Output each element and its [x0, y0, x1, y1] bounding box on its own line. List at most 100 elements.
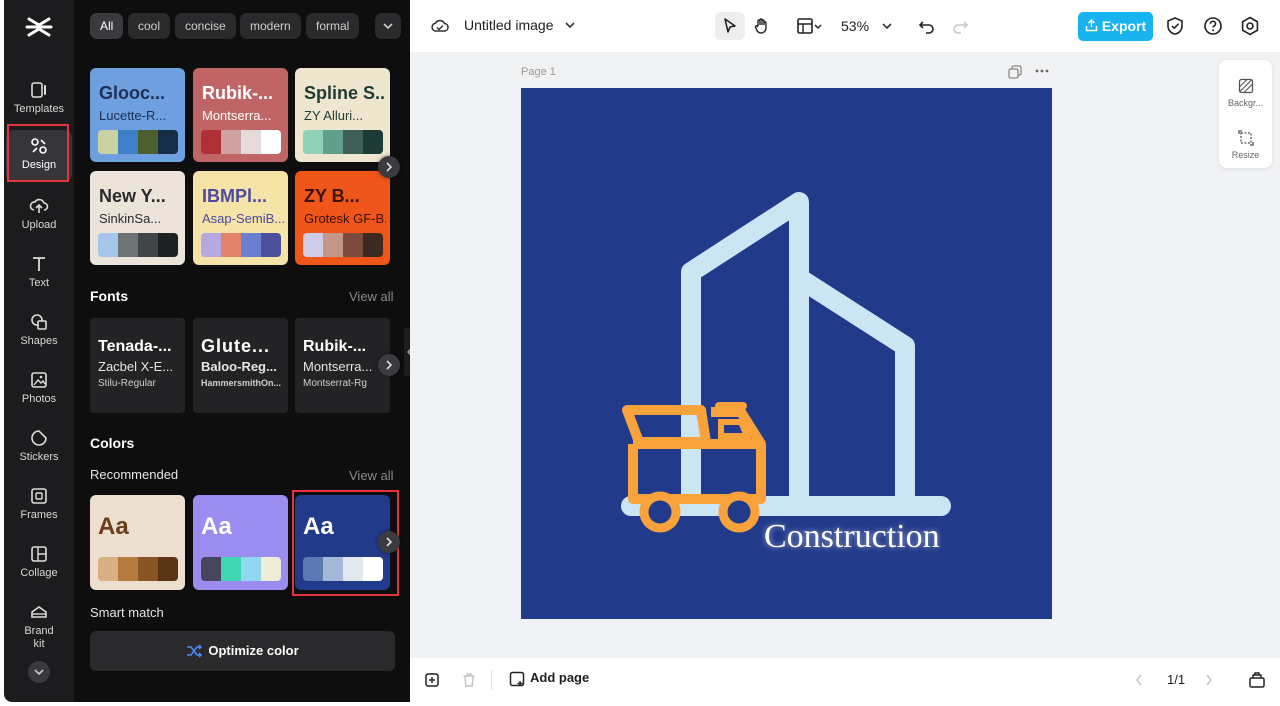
undo-button[interactable] — [912, 12, 942, 40]
color-swatch — [158, 557, 178, 581]
rail-item-design[interactable]: Design — [6, 130, 72, 182]
settings-icon[interactable] — [1240, 16, 1260, 36]
redo-button[interactable] — [945, 12, 975, 40]
capcut-logo-icon[interactable] — [24, 12, 54, 42]
palette-card[interactable]: Aa — [295, 495, 390, 590]
hand-tool-button[interactable] — [747, 12, 777, 40]
resize-tool-label: Resize — [1231, 150, 1260, 160]
document-title[interactable]: Untitled image — [464, 17, 554, 33]
rail-item-shapes[interactable]: Shapes — [6, 306, 72, 360]
color-swatch — [158, 130, 178, 154]
collage-icon — [31, 546, 47, 562]
page-manager-icon[interactable] — [1248, 671, 1266, 689]
rail-item-collage[interactable]: Collage — [6, 538, 72, 592]
chevron-left-icon[interactable] — [1134, 673, 1144, 687]
fonts-next-button[interactable] — [378, 354, 400, 376]
color-swatch — [343, 557, 363, 581]
upload-icon — [29, 198, 49, 213]
theme-card[interactable]: Glooc... Lucette-R... — [90, 68, 185, 162]
zoom-level[interactable]: 53% — [841, 18, 869, 34]
font-card[interactable]: Rubik-... Montserra... Montserrat-Rg — [295, 318, 390, 413]
theme-card[interactable]: New Y... SinkinSa... — [90, 171, 185, 265]
pointer-icon — [724, 18, 736, 33]
color-swatch — [221, 233, 241, 257]
export-label: Export — [1101, 18, 1147, 34]
color-swatch — [343, 130, 363, 154]
color-swatch — [241, 233, 261, 257]
export-button[interactable]: Export — [1078, 12, 1153, 41]
fonts-view-all-link[interactable]: View all — [349, 289, 394, 304]
background-tool-label: Backgr... — [1227, 98, 1263, 108]
filter-chip-modern[interactable]: modern — [240, 13, 301, 39]
help-icon[interactable] — [1203, 16, 1223, 36]
rail-collapse-button[interactable] — [28, 661, 50, 683]
rail-item-frames[interactable]: Frames — [6, 480, 72, 534]
color-swatch — [158, 233, 178, 257]
optimize-color-button[interactable]: Optimize color — [90, 631, 395, 671]
theme-card[interactable]: ZY B... Grotesk GF-B... — [295, 171, 390, 265]
font-card[interactable]: Tenada-... Zacbel X-E... Stilu-Regular — [90, 318, 185, 413]
theme-card[interactable]: Rubik-... Montserra... — [193, 68, 288, 162]
redo-icon — [953, 21, 969, 34]
color-swatch — [201, 130, 221, 154]
rail-label: Photos — [21, 393, 57, 405]
rail-item-photos[interactable]: Photos — [6, 364, 72, 418]
palette-card[interactable]: Aa — [90, 495, 185, 590]
theme-card[interactable]: IBMPl... Asap-SemiB... — [193, 171, 288, 265]
colors-view-all-link[interactable]: View all — [349, 468, 394, 483]
filter-chip-formal[interactable]: formal — [306, 13, 360, 39]
chevron-down-icon[interactable] — [881, 21, 893, 31]
font-line-2: Zacbel X-E... — [98, 359, 174, 374]
color-swatch — [138, 233, 158, 257]
palette-swatches — [98, 557, 178, 581]
more-options-icon[interactable] — [1035, 65, 1049, 77]
theme-swatches — [201, 233, 281, 257]
copy-page-icon[interactable] — [1008, 65, 1022, 79]
artboard-title-text[interactable]: Construction — [764, 518, 940, 556]
filter-chip-all[interactable]: All — [90, 13, 124, 39]
rail-item-brand-kit[interactable]: Brand kit — [6, 596, 72, 652]
cloud-icon[interactable] — [430, 17, 450, 35]
color-swatch — [241, 130, 261, 154]
design-panel: All cool concise modern formal Glooc... L… — [74, 0, 410, 702]
filter-more-button[interactable] — [375, 13, 401, 39]
chevron-down-icon[interactable] — [564, 20, 576, 30]
theme-card[interactable]: Spline S... ZY Alluri... — [295, 68, 390, 162]
shield-icon[interactable] — [1166, 16, 1184, 36]
themes-next-button[interactable] — [378, 156, 400, 178]
add-frame-icon[interactable] — [424, 672, 440, 688]
chevron-right-icon[interactable] — [1204, 673, 1214, 687]
palette-card[interactable]: Aa — [193, 495, 288, 590]
color-swatch — [363, 557, 383, 581]
font-line-3: Montserrat-Rg — [303, 378, 367, 389]
frames-icon — [31, 488, 47, 504]
artboard[interactable]: Construction — [521, 88, 1052, 619]
filter-chip-cool[interactable]: cool — [128, 13, 171, 39]
palette-sample-text: Aa — [303, 513, 334, 540]
rail-item-stickers[interactable]: Stickers — [6, 422, 72, 476]
background-tool[interactable]: Backgr... — [1219, 78, 1272, 108]
filter-chip-concise[interactable]: concise — [175, 13, 236, 39]
top-toolbar: Untitled image 53% Export — [410, 0, 1280, 52]
rail-item-templates[interactable]: Templates — [6, 74, 72, 128]
bottom-bar: Add page 1/1 — [410, 658, 1280, 702]
layout-tool-button[interactable] — [791, 12, 827, 40]
font-line-3: HammersmithOn... — [201, 378, 282, 388]
stickers-icon — [31, 430, 47, 446]
palettes-next-button[interactable] — [378, 531, 400, 553]
canvas-area: Page 1 Construction Backgr... Resize — [410, 52, 1280, 658]
color-swatch — [221, 130, 241, 154]
font-card[interactable]: Glute... Baloo-Reg... HammersmithOn... — [193, 318, 288, 413]
add-page-icon[interactable] — [509, 671, 525, 687]
color-swatch — [261, 557, 281, 581]
add-page-button[interactable]: Add page — [530, 670, 589, 685]
rail-label: Stickers — [19, 451, 59, 463]
rail-item-text[interactable]: Text — [6, 248, 72, 302]
theme-subtitle: Lucette-R... — [99, 108, 167, 123]
trash-icon[interactable] — [461, 672, 477, 688]
resize-tool[interactable]: Resize — [1219, 130, 1272, 160]
rail-item-upload[interactable]: Upload — [6, 190, 72, 244]
select-tool-button[interactable] — [715, 12, 745, 40]
palette-sample-text: Aa — [201, 513, 232, 540]
shapes-icon — [31, 314, 47, 330]
